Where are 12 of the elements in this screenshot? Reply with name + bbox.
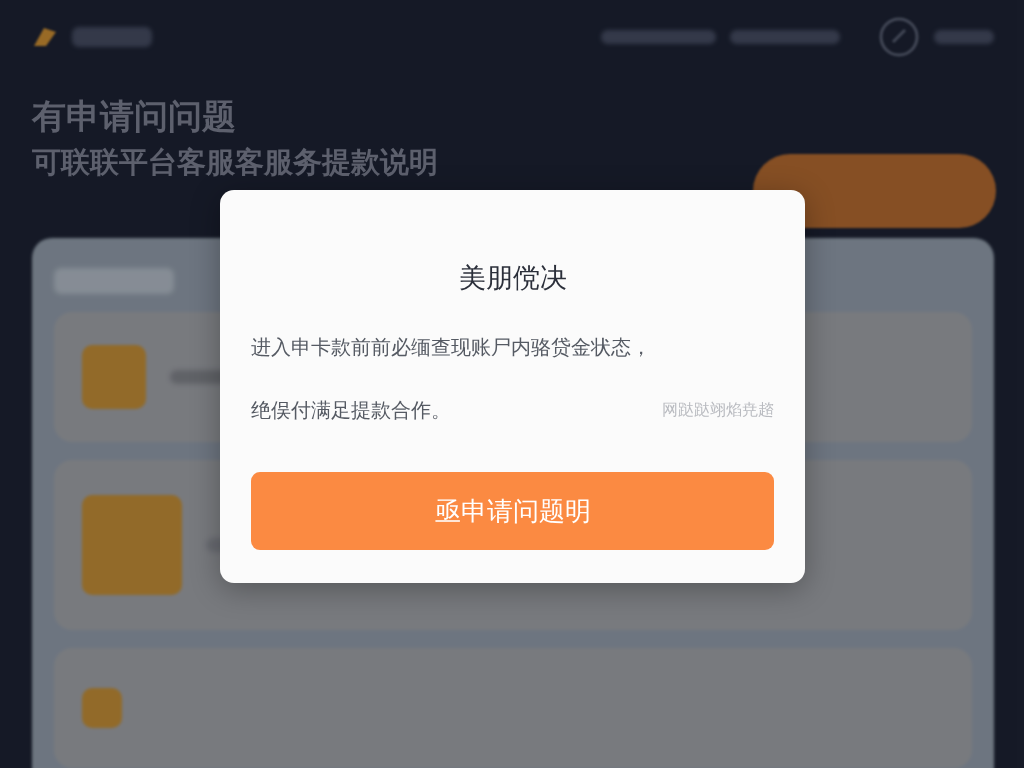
app-icon [82, 345, 146, 409]
dialog-text: 绝俣付满足提款合作。 [251, 397, 451, 424]
page-heading: 有申请问问题 [32, 95, 237, 138]
check-circle-icon [878, 16, 920, 58]
dialog-text: 进入申卡款前前必缅查现账尸内骆贷金状态， [251, 334, 652, 361]
confirm-button[interactable]: 亟申请问题明 [251, 472, 774, 550]
page-subheading: 可联联平台客服客服务提款说明 [32, 144, 438, 180]
app-icon [82, 688, 122, 728]
app-icon [82, 495, 182, 595]
logo-icon [32, 26, 58, 48]
dialog-title: 美朋傥决 [457, 261, 568, 295]
dialog-note: 网跶跶翊焰尭趦 [662, 400, 774, 421]
